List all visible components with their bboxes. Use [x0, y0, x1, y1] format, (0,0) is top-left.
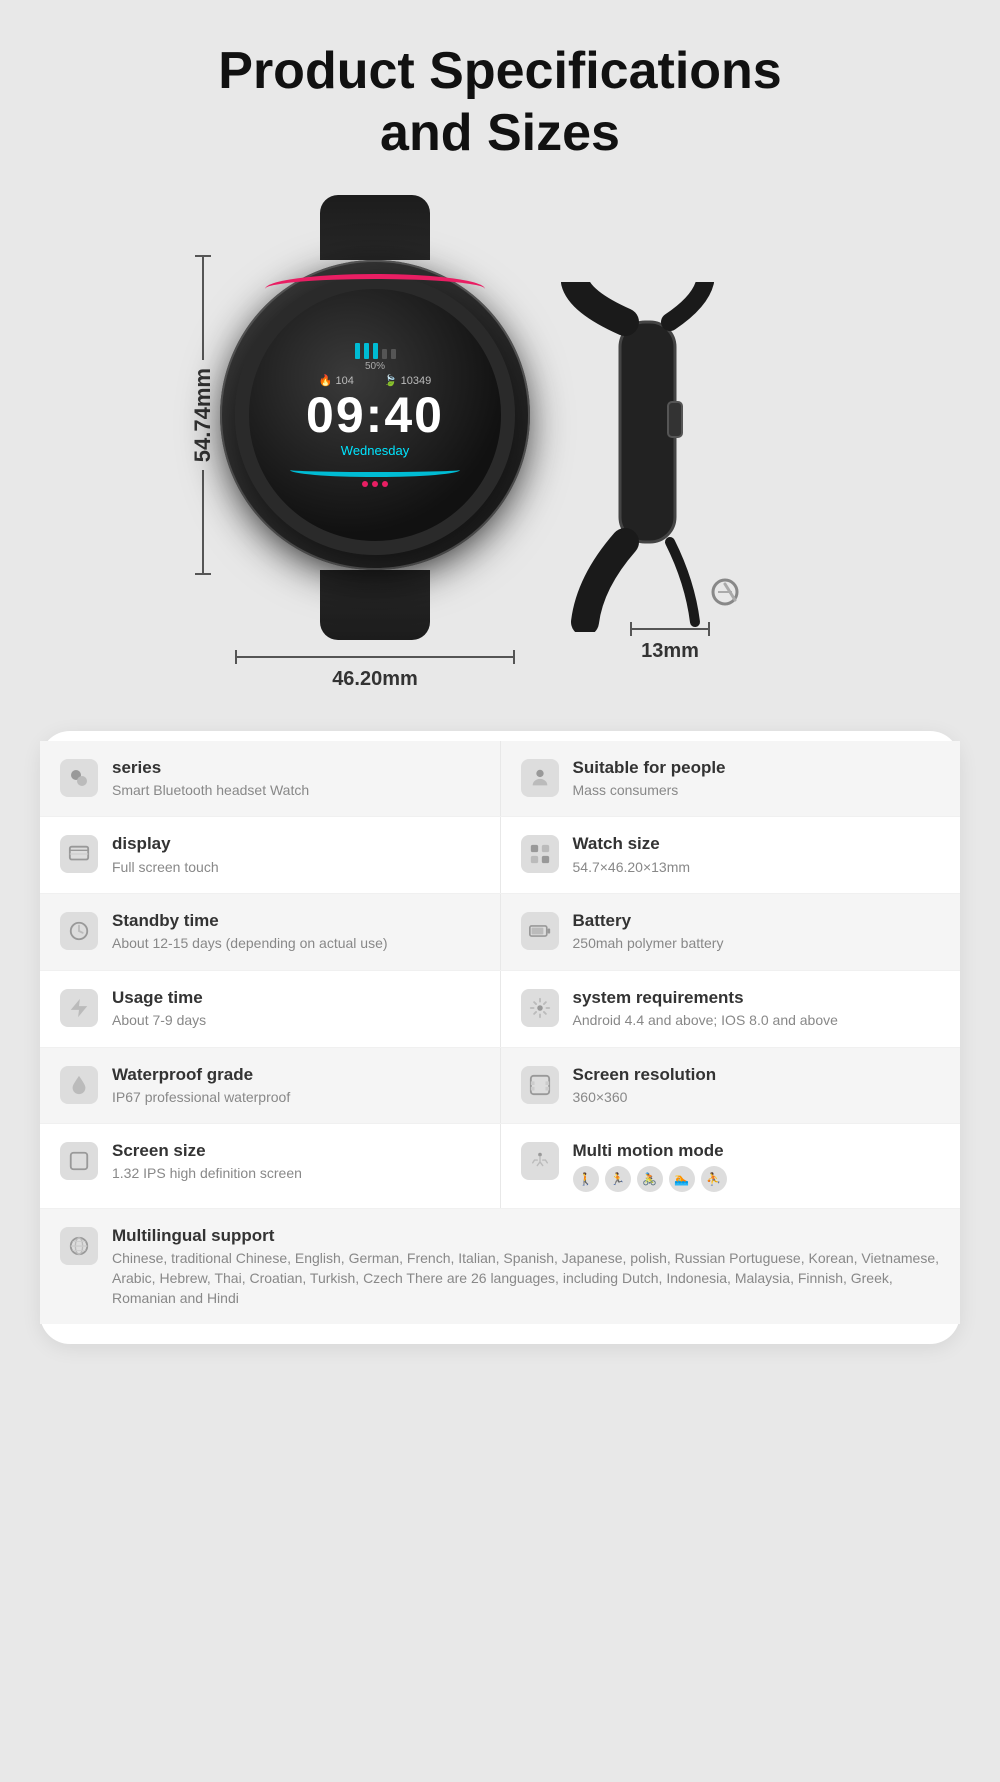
spec-row-1: series Smart Bluetooth headset Watch Sui… — [40, 741, 960, 818]
watch-time: 09:40 — [306, 390, 444, 440]
spec-text-resolution: Screen resolution 360×360 — [573, 1064, 717, 1108]
spec-text-system: system requirements Android 4.4 and abov… — [573, 987, 838, 1031]
watch-screen-content: 50% 🔥 104 🍃 10349 09:40 Wednesday — [290, 343, 460, 487]
spec-cell-resolution: Screen resolution 360×360 — [501, 1048, 961, 1124]
spec-text-multilingual: Multilingual support Chinese, traditiona… — [112, 1225, 940, 1308]
display-icon — [60, 835, 98, 873]
spec-text-screen-size: Screen size 1.32 IPS high definition scr… — [112, 1140, 302, 1184]
dimension-vertical: 54.74mm — [190, 255, 216, 575]
watch-front-body: 50% 🔥 104 🍃 10349 09:40 Wednesday — [220, 195, 530, 640]
motion-icon-4: 🏊 — [669, 1166, 695, 1192]
motion-icons-container: 🚶 🏃 🚴 🏊 ⛹ — [573, 1166, 727, 1192]
battery-icon — [521, 912, 559, 950]
spec-cell-motion: Multi motion mode 🚶 🏃 🚴 🏊 ⛹ — [501, 1124, 961, 1208]
series-icon — [60, 759, 98, 797]
watch-bezel-outer: 50% 🔥 104 🍃 10349 09:40 Wednesday — [220, 260, 530, 570]
resolution-icon — [521, 1066, 559, 1104]
watch-strap-top — [320, 195, 430, 260]
spec-row-2: display Full screen touch Watch size 54.… — [40, 817, 960, 894]
spec-row-multilingual: Multilingual support Chinese, traditiona… — [40, 1209, 960, 1324]
spec-cell-standby: Standby time About 12-15 days (depending… — [40, 894, 501, 970]
spec-text-battery: Battery 250mah polymer battery — [573, 910, 724, 954]
spec-row-6: Screen size 1.32 IPS high definition scr… — [40, 1124, 960, 1209]
spec-cell-usage: Usage time About 7-9 days — [40, 971, 501, 1047]
spec-text-series: series Smart Bluetooth headset Watch — [112, 757, 309, 801]
watch-front-view: 54.74mm — [220, 195, 530, 691]
spec-text-suitable: Suitable for people Mass consumers — [573, 757, 726, 801]
spec-card: series Smart Bluetooth headset Watch Sui… — [40, 731, 960, 1344]
watch-diagram: 54.74mm — [0, 165, 1000, 691]
dim-label-thickness: 13mm — [641, 640, 699, 663]
dim-label-width: 46.20mm — [332, 668, 418, 691]
page-title: Product Specifications and Sizes — [158, 40, 841, 165]
spec-text-display: display Full screen touch — [112, 833, 219, 877]
watch-side-svg — [560, 282, 780, 632]
multilingual-icon — [60, 1227, 98, 1265]
watch-day: Wednesday — [341, 443, 409, 458]
spec-cell-watch-size: Watch size 54.7×46.20×13mm — [501, 817, 961, 893]
spec-row-5: Waterproof grade IP67 professional water… — [40, 1048, 960, 1125]
spec-cell-waterproof: Waterproof grade IP67 professional water… — [40, 1048, 501, 1124]
spec-text-motion: Multi motion mode 🚶 🏃 🚴 🏊 ⛹ — [573, 1140, 727, 1192]
spec-text-usage: Usage time About 7-9 days — [112, 987, 206, 1031]
watch-size-icon — [521, 835, 559, 873]
spec-cell-display: display Full screen touch — [40, 817, 501, 893]
usage-icon — [60, 989, 98, 1027]
motion-icon-5: ⛹ — [701, 1166, 727, 1192]
system-icon — [521, 989, 559, 1027]
standby-icon — [60, 912, 98, 950]
spec-cell-series: series Smart Bluetooth headset Watch — [40, 741, 501, 817]
motion-icon-3: 🚴 — [637, 1166, 663, 1192]
watch-strap-bottom — [320, 570, 430, 640]
watch-face: 50% 🔥 104 🍃 10349 09:40 Wednesday — [235, 275, 515, 555]
spec-text-waterproof: Waterproof grade IP67 professional water… — [112, 1064, 290, 1108]
spec-cell-screen-size: Screen size 1.32 IPS high definition scr… — [40, 1124, 501, 1208]
waterproof-icon — [60, 1066, 98, 1104]
people-icon — [521, 759, 559, 797]
spec-text-standby: Standby time About 12-15 days (depending… — [112, 910, 388, 954]
spec-row-4: Usage time About 7-9 days system require… — [40, 971, 960, 1048]
spec-cell-battery: Battery 250mah polymer battery — [501, 894, 961, 970]
dimension-horizontal — [235, 650, 515, 664]
motion-icon-1: 🚶 — [573, 1166, 599, 1192]
spec-text-watch-size: Watch size 54.7×46.20×13mm — [573, 833, 691, 877]
motion-icon-2: 🏃 — [605, 1166, 631, 1192]
spec-cell-system: system requirements Android 4.4 and abov… — [501, 971, 961, 1047]
dimension-thickness — [630, 622, 710, 636]
spec-row-3: Standby time About 12-15 days (depending… — [40, 894, 960, 971]
screen-size-icon — [60, 1142, 98, 1180]
watch-side-view: 13mm — [560, 282, 780, 663]
spec-cell-suitable: Suitable for people Mass consumers — [501, 741, 961, 817]
motion-icon — [521, 1142, 559, 1180]
